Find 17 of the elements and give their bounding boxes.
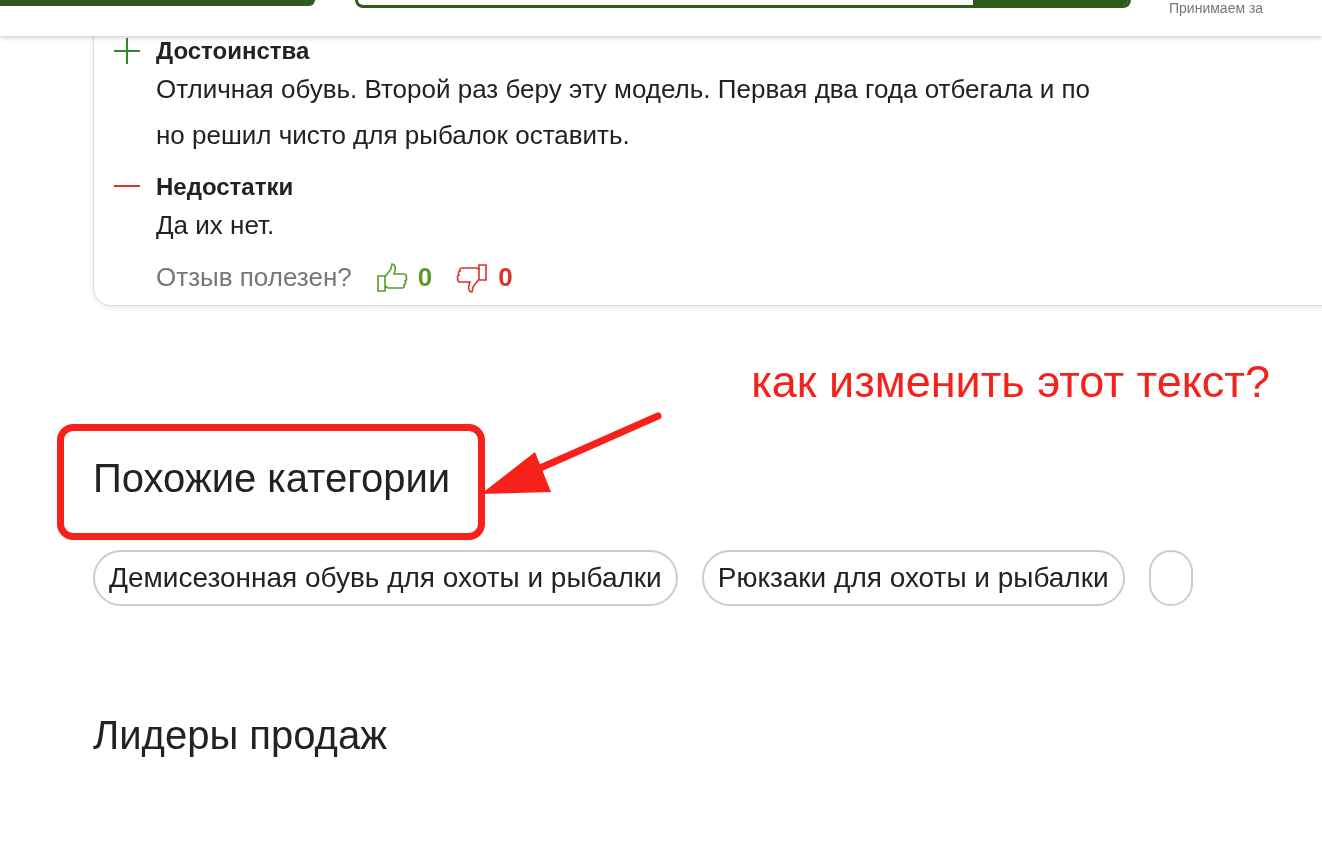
section-heading: Похожие категории xyxy=(93,455,451,502)
annotation-text: как изменить этот текст? xyxy=(751,355,1270,409)
thumbs-down-icon[interactable] xyxy=(456,262,489,293)
likes-count: 0 xyxy=(417,262,433,293)
notice-text: Принимаем за xyxy=(1169,0,1264,16)
minus-icon xyxy=(114,185,140,187)
cons-text: Да их нет. xyxy=(156,209,276,242)
category-chip[interactable]: Рюкзаки для охоты и рыбалки xyxy=(701,550,1125,606)
helpful-question: Отзыв полезен? xyxy=(156,262,352,293)
dislikes-count: 0 xyxy=(498,262,513,293)
cons-title: Недостатки xyxy=(156,172,295,202)
thumbs-up-icon[interactable] xyxy=(375,262,408,293)
pros-title: Достоинства xyxy=(156,36,311,66)
plus-icon xyxy=(114,38,140,64)
pros-text: Отличная обувь. Второй раз беру эту модель. Первая два года отбегала и по но решил чисто для рыбалок оставить. xyxy=(156,73,1092,152)
category-chip[interactable]: Демисезонная обувь для охоты и рыбалки xyxy=(93,550,678,606)
section-heading: Лидеры продаж xyxy=(93,712,388,759)
